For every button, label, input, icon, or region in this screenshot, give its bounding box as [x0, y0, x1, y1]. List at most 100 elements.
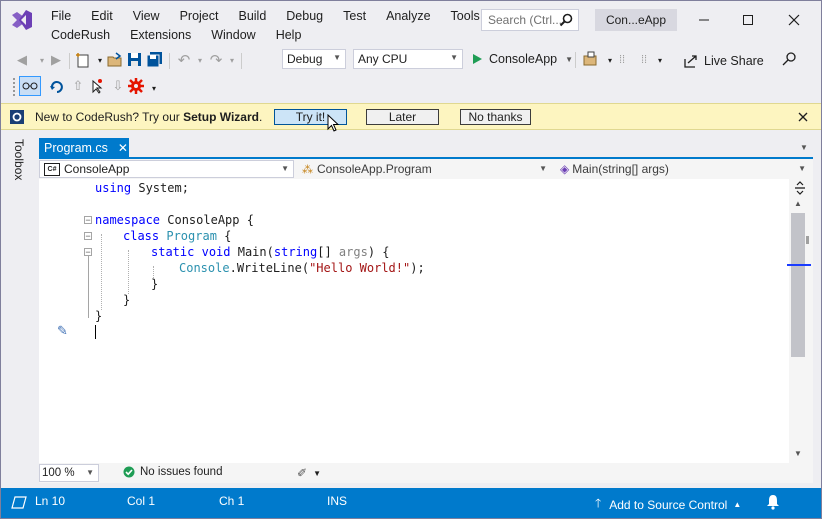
tab-program-cs[interactable]: Program.cs ✕ [39, 138, 129, 157]
split-editor-icon[interactable] [794, 181, 806, 195]
fold-guide [88, 256, 89, 318]
play-icon [473, 54, 482, 64]
later-button[interactable]: Later [366, 109, 439, 125]
menu-bar-row-1: File Edit View Project Build Debug Test … [41, 7, 490, 25]
notifications-bell-icon[interactable] [766, 494, 780, 510]
no-thanks-button[interactable]: No thanks [460, 109, 531, 125]
platform-dropdown[interactable]: Any CPU ▼ [353, 49, 463, 69]
feedback-icon[interactable] [781, 51, 797, 67]
issues-text: No issues found [140, 466, 223, 478]
cursor-marker-icon[interactable] [89, 78, 105, 94]
code-line-6: Console.WriteLine("Hello World!"); [179, 260, 425, 276]
toolbox-strip [11, 179, 25, 180]
type-dropdown[interactable]: ⁂ ConsoleApp.Program ▼ [297, 160, 552, 178]
menu-analyze[interactable]: Analyze [376, 9, 440, 23]
code-text: . [229, 261, 237, 275]
add-to-source-control-button[interactable]: 🡑 Add to Source Control ▲ [595, 494, 741, 515]
project-dropdown[interactable]: C# ConsoleApp ▼ [39, 160, 294, 178]
scroll-down-icon[interactable]: ▼ [794, 449, 802, 458]
open-folder-icon[interactable] [107, 52, 123, 68]
settings-gear-icon[interactable] [127, 77, 145, 95]
menu-extensions[interactable]: Extensions [120, 28, 201, 42]
menu-view[interactable]: View [123, 9, 170, 23]
standard-toolbar: ◀ ▾ ▶ ▾ ↶ ▾ ↷ ▾ [13, 50, 283, 72]
keyword: namespace [95, 213, 161, 227]
minimize-button[interactable] [684, 7, 724, 33]
redo-dropdown-icon[interactable]: ▾ [223, 51, 241, 69]
type-name: ConsoleApp.Program [317, 162, 432, 176]
collapse-method-icon[interactable]: − [84, 248, 92, 257]
search-icon [559, 13, 573, 27]
menu-help[interactable]: Help [266, 28, 312, 42]
new-project-icon[interactable] [75, 52, 91, 68]
solution-name-badge[interactable]: Con...eApp [595, 9, 677, 31]
coderush-brush-icon: ✎ [57, 323, 68, 338]
collapse-namespace-icon[interactable]: − [84, 216, 92, 225]
code-line-8: } [123, 293, 131, 307]
menu-edit[interactable]: Edit [81, 9, 123, 23]
code-editor[interactable]: ✎ − − − using System; namespace ConsoleA… [39, 179, 813, 463]
check-circle-icon [123, 466, 135, 478]
close-icon [788, 14, 800, 26]
menu-coderush[interactable]: CodeRush [41, 28, 120, 42]
search-box[interactable]: Search (Ctrl... [481, 9, 579, 31]
refresh-icon[interactable] [49, 78, 65, 94]
collapse-class-icon[interactable]: − [84, 232, 92, 241]
navigate-back-icon[interactable]: ◀ [13, 51, 31, 69]
close-infobar-icon[interactable] [798, 112, 808, 122]
zoom-value: 100 % [42, 467, 75, 479]
setup-wizard-text: Setup Wizard [183, 110, 259, 124]
method-name: WriteLine [236, 261, 302, 275]
live-share-label: Live Share [704, 54, 764, 68]
tab-label: Program.cs [44, 140, 108, 155]
toolbar-separator [575, 52, 576, 68]
member-name: Main(string[] args) [572, 162, 669, 176]
keyword: using [95, 181, 132, 195]
source-control-label: Add to Source Control [609, 497, 728, 512]
coderush-icon [10, 110, 24, 124]
chevron-down-icon: ▼ [86, 468, 94, 477]
save-all-icon[interactable] [147, 52, 163, 68]
maximize-button[interactable] [728, 7, 768, 33]
navigate-forward-icon[interactable]: ▶ [47, 51, 65, 69]
tab-list-dropdown-icon[interactable]: ▼ [800, 143, 808, 152]
status-char: Ch 1 [219, 494, 245, 508]
status-insert-mode: INS [327, 494, 348, 508]
toolbox-tab[interactable]: Toolbox [12, 139, 26, 180]
text-caret [95, 325, 96, 339]
menu-build[interactable]: Build [228, 9, 276, 23]
marker-icon[interactable]: ⇩ [109, 77, 127, 95]
keyword: class [123, 229, 160, 243]
vertical-scrollbar[interactable]: ▲ ▼ [787, 179, 813, 463]
member-dropdown[interactable]: ◈ Main(string[] args) ▼ [555, 160, 811, 178]
menu-debug[interactable]: Debug [276, 9, 333, 23]
scrollbar-thumb[interactable] [791, 213, 805, 357]
maximize-icon [743, 15, 753, 25]
code-text: { [216, 229, 232, 243]
solution-explorer-icon[interactable] [582, 51, 598, 67]
infobar-message: New to CodeRush? Try our Setup Wizard. [35, 110, 262, 124]
spectacles-icon [22, 82, 38, 90]
arrow-up-icon[interactable]: ⇧ [69, 77, 87, 95]
menu-window[interactable]: Window [201, 28, 265, 42]
issues-indicator[interactable]: No issues found [123, 466, 222, 478]
live-share-button[interactable]: Live Share [683, 51, 764, 71]
toolbar-overflow-icon[interactable]: ▾ [651, 51, 669, 69]
close-window-button[interactable] [774, 7, 814, 33]
toolbar-overflow-icon[interactable]: ▾ [145, 79, 163, 97]
menu-project[interactable]: Project [170, 9, 229, 23]
spectacles-button[interactable] [19, 76, 41, 96]
menu-file[interactable]: File [41, 9, 81, 23]
zoom-dropdown[interactable]: 100 % ▼ [39, 464, 99, 482]
comment-icon[interactable]: ⁞⁞ [613, 51, 631, 69]
save-icon[interactable] [127, 52, 143, 68]
scroll-up-icon[interactable]: ▲ [794, 199, 802, 208]
start-button[interactable]: ConsoleApp ▼ [471, 49, 573, 69]
code-line-3: namespace ConsoleApp { [95, 212, 254, 228]
close-tab-icon[interactable]: ✕ [118, 141, 128, 155]
menu-test[interactable]: Test [333, 9, 376, 23]
project-name: ConsoleApp [64, 162, 130, 176]
code-cleanup-button[interactable]: ✐ ▼ [297, 466, 321, 480]
start-target-label: ConsoleApp [489, 52, 558, 66]
configuration-dropdown[interactable]: Debug ▼ [282, 49, 346, 69]
